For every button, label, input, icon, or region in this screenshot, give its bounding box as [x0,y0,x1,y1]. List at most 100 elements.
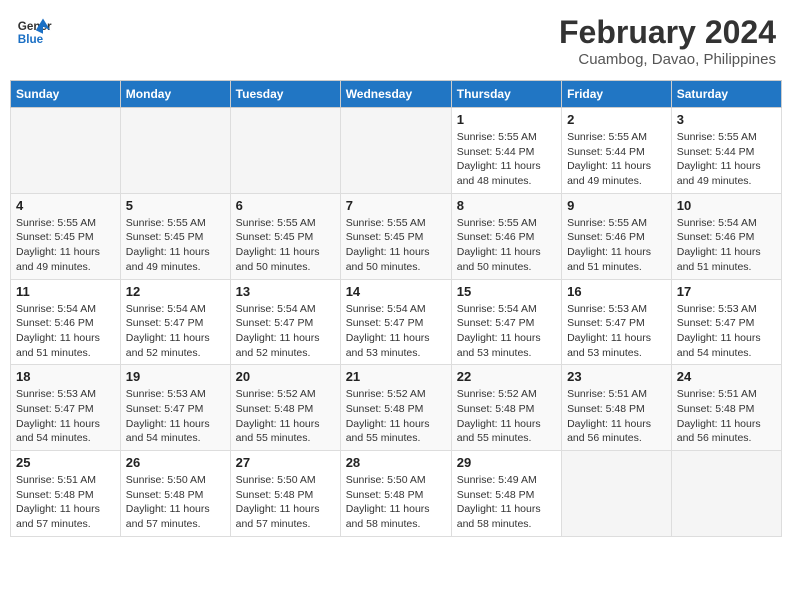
col-header-saturday: Saturday [671,81,781,108]
calendar-cell: 20 Sunrise: 5:52 AMSunset: 5:48 PMDayligh… [230,365,340,451]
day-number: 5 [126,198,225,213]
day-number: 22 [457,369,556,384]
calendar-cell: 27 Sunrise: 5:50 AMSunset: 5:48 PMDayligh… [230,451,340,537]
calendar-cell: 15Sunrise: 5:54 AMSunset: 5:47 PMDayligh… [451,279,561,365]
calendar-cell [230,108,340,194]
calendar-week-5: 25Sunrise: 5:51 AMSunset: 5:48 PMDayligh… [11,451,782,537]
header: General Blue February 2024 Cuambog, Dava… [10,10,782,72]
day-number: 11 [16,284,115,299]
calendar-cell: 23 Sunrise: 5:51 AMSunset: 5:48 PMDayligh… [562,365,672,451]
day-number: 29 [457,455,556,470]
logo-icon: General Blue [16,14,52,50]
day-info: Sunrise: 5:52 AMSunset: 5:48 PMDaylight:… [346,387,446,446]
day-info: Sunrise: 5:55 AMSunset: 5:46 PMDaylight:… [457,216,556,275]
day-info: Sunrise: 5:54 AMSunset: 5:47 PMDaylight:… [126,302,225,361]
day-number: 4 [16,198,115,213]
calendar-cell: 7 Sunrise: 5:55 AMSunset: 5:45 PMDaylight… [340,193,451,279]
calendar-cell: 4 Sunrise: 5:55 AMSunset: 5:45 PMDaylight… [11,193,121,279]
day-number: 13 [236,284,335,299]
day-info: Sunrise: 5:54 AMSunset: 5:47 PMDaylight:… [346,302,446,361]
calendar-cell: 16 Sunrise: 5:53 AMSunset: 5:47 PMDayligh… [562,279,672,365]
col-header-friday: Friday [562,81,672,108]
col-header-thursday: Thursday [451,81,561,108]
col-header-tuesday: Tuesday [230,81,340,108]
day-number: 23 [567,369,666,384]
day-info: Sunrise: 5:55 AMSunset: 5:45 PMDaylight:… [346,216,446,275]
calendar-cell: 21 Sunrise: 5:52 AMSunset: 5:48 PMDayligh… [340,365,451,451]
day-number: 9 [567,198,666,213]
calendar-cell: 19 Sunrise: 5:53 AMSunset: 5:47 PMDayligh… [120,365,230,451]
calendar-cell: 8Sunrise: 5:55 AMSunset: 5:46 PMDaylight… [451,193,561,279]
day-info: Sunrise: 5:55 AMSunset: 5:45 PMDaylight:… [236,216,335,275]
day-info: Sunrise: 5:51 AMSunset: 5:48 PMDaylight:… [567,387,666,446]
day-info: Sunrise: 5:53 AMSunset: 5:47 PMDaylight:… [677,302,776,361]
day-info: Sunrise: 5:51 AMSunset: 5:48 PMDaylight:… [677,387,776,446]
day-info: Sunrise: 5:53 AMSunset: 5:47 PMDaylight:… [16,387,115,446]
day-info: Sunrise: 5:50 AMSunset: 5:48 PMDaylight:… [236,473,335,532]
calendar-cell: 28 Sunrise: 5:50 AMSunset: 5:48 PMDayligh… [340,451,451,537]
calendar-cell: 5 Sunrise: 5:55 AMSunset: 5:45 PMDaylight… [120,193,230,279]
day-info: Sunrise: 5:55 AMSunset: 5:44 PMDaylight:… [567,130,666,189]
day-number: 12 [126,284,225,299]
calendar-cell: 6Sunrise: 5:55 AMSunset: 5:45 PMDaylight… [230,193,340,279]
title-area: February 2024 Cuambog, Davao, Philippine… [559,14,776,68]
calendar-cell: 11 Sunrise: 5:54 AMSunset: 5:46 PMDayligh… [11,279,121,365]
calendar-cell: 17 Sunrise: 5:53 AMSunset: 5:47 PMDayligh… [671,279,781,365]
day-number: 14 [346,284,446,299]
day-info: Sunrise: 5:50 AMSunset: 5:48 PMDaylight:… [346,473,446,532]
day-info: Sunrise: 5:54 AMSunset: 5:46 PMDaylight:… [677,216,776,275]
day-number: 21 [346,369,446,384]
calendar-cell: 2 Sunrise: 5:55 AMSunset: 5:44 PMDaylight… [562,108,672,194]
day-info: Sunrise: 5:53 AMSunset: 5:47 PMDaylight:… [567,302,666,361]
day-info: Sunrise: 5:50 AMSunset: 5:48 PMDaylight:… [126,473,225,532]
calendar-week-2: 4 Sunrise: 5:55 AMSunset: 5:45 PMDaylight… [11,193,782,279]
logo: General Blue [16,14,52,50]
day-info: Sunrise: 5:55 AMSunset: 5:45 PMDaylight:… [126,216,225,275]
col-header-sunday: Sunday [11,81,121,108]
calendar-table: SundayMondayTuesdayWednesdayThursdayFrid… [10,80,782,537]
calendar-cell: 29 Sunrise: 5:49 AMSunset: 5:48 PMDayligh… [451,451,561,537]
day-number: 25 [16,455,115,470]
calendar-cell [120,108,230,194]
calendar-week-4: 18Sunrise: 5:53 AMSunset: 5:47 PMDayligh… [11,365,782,451]
day-info: Sunrise: 5:49 AMSunset: 5:48 PMDaylight:… [457,473,556,532]
day-number: 26 [126,455,225,470]
calendar-cell: 13 Sunrise: 5:54 AMSunset: 5:47 PMDayligh… [230,279,340,365]
day-info: Sunrise: 5:54 AMSunset: 5:47 PMDaylight:… [457,302,556,361]
day-info: Sunrise: 5:54 AMSunset: 5:47 PMDaylight:… [236,302,335,361]
calendar-header-row: SundayMondayTuesdayWednesdayThursdayFrid… [11,81,782,108]
day-number: 24 [677,369,776,384]
day-number: 7 [346,198,446,213]
calendar-cell: 18Sunrise: 5:53 AMSunset: 5:47 PMDayligh… [11,365,121,451]
col-header-wednesday: Wednesday [340,81,451,108]
svg-text:Blue: Blue [18,33,44,46]
day-info: Sunrise: 5:52 AMSunset: 5:48 PMDaylight:… [236,387,335,446]
calendar-cell: 22Sunrise: 5:52 AMSunset: 5:48 PMDayligh… [451,365,561,451]
calendar-week-1: 1 Sunrise: 5:55 AMSunset: 5:44 PMDaylight… [11,108,782,194]
calendar-cell [340,108,451,194]
calendar-cell: 24 Sunrise: 5:51 AMSunset: 5:48 PMDayligh… [671,365,781,451]
calendar-cell: 25Sunrise: 5:51 AMSunset: 5:48 PMDayligh… [11,451,121,537]
calendar-week-3: 11 Sunrise: 5:54 AMSunset: 5:46 PMDayligh… [11,279,782,365]
calendar-cell: 3Sunrise: 5:55 AMSunset: 5:44 PMDaylight… [671,108,781,194]
day-info: Sunrise: 5:55 AMSunset: 5:45 PMDaylight:… [16,216,115,275]
day-number: 20 [236,369,335,384]
day-info: Sunrise: 5:54 AMSunset: 5:46 PMDaylight:… [16,302,115,361]
day-number: 27 [236,455,335,470]
location-subtitle: Cuambog, Davao, Philippines [559,51,776,68]
calendar-cell: 9Sunrise: 5:55 AMSunset: 5:46 PMDaylight… [562,193,672,279]
day-info: Sunrise: 5:53 AMSunset: 5:47 PMDaylight:… [126,387,225,446]
day-number: 28 [346,455,446,470]
day-number: 17 [677,284,776,299]
day-number: 1 [457,112,556,127]
day-number: 16 [567,284,666,299]
calendar-cell [11,108,121,194]
calendar-cell [671,451,781,537]
calendar-cell [562,451,672,537]
day-info: Sunrise: 5:55 AMSunset: 5:44 PMDaylight:… [457,130,556,189]
month-year-title: February 2024 [559,14,776,51]
day-number: 19 [126,369,225,384]
calendar-body: 1 Sunrise: 5:55 AMSunset: 5:44 PMDaylight… [11,108,782,537]
day-number: 2 [567,112,666,127]
calendar-cell: 1 Sunrise: 5:55 AMSunset: 5:44 PMDaylight… [451,108,561,194]
